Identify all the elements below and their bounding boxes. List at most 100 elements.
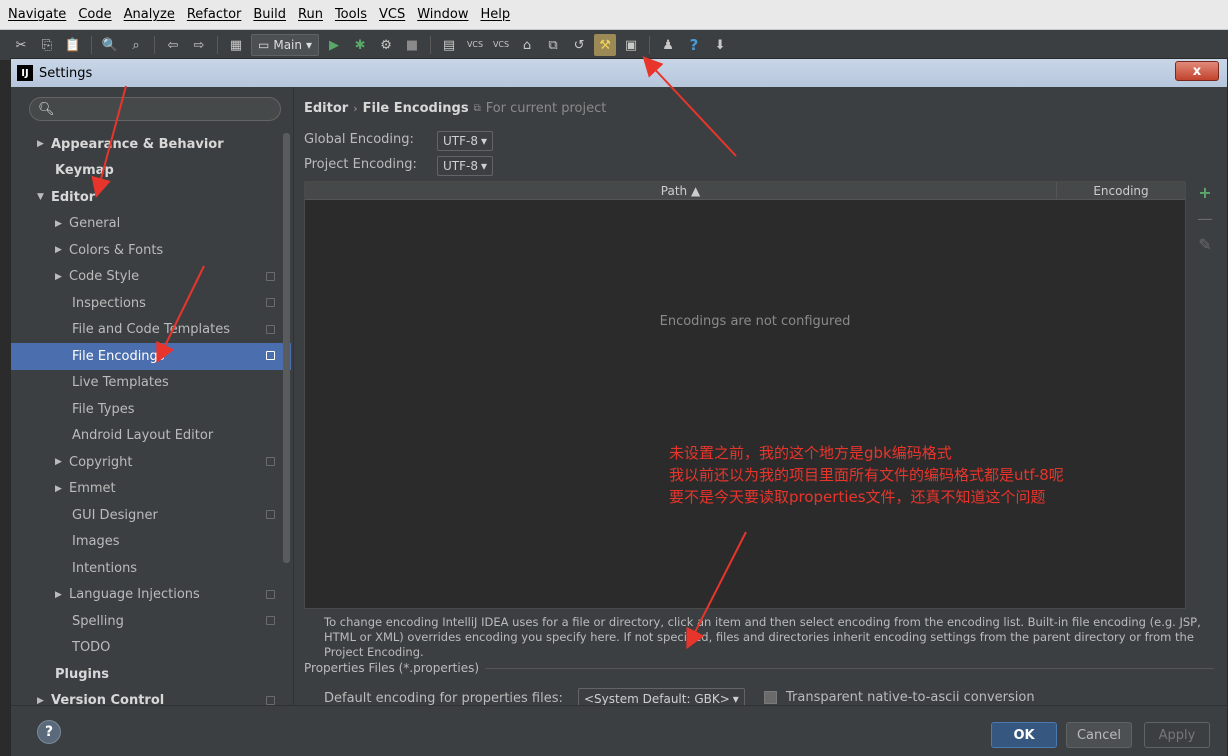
column-header-encoding[interactable]: Encoding: [1057, 182, 1185, 200]
annotation-line: 要不是今天要读取properties文件，还真不知道这个问题: [669, 488, 1046, 506]
sidebar-scrollbar[interactable]: [283, 133, 290, 563]
run-icon[interactable]: ▶: [323, 34, 345, 56]
settings-icon[interactable]: ⚒: [594, 34, 617, 56]
red-annotation: 未设置之前，我的这个地方是gbk编码格式 我以前还以为我的项目里面所有文件的编码…: [669, 442, 1064, 508]
replace-icon[interactable]: ⌕: [125, 34, 147, 56]
menu-code[interactable]: Code: [72, 7, 117, 22]
toolbar-separator: [91, 36, 92, 54]
sidebar-item-inspections[interactable]: Inspections: [11, 290, 291, 317]
menu-tools[interactable]: Tools: [329, 7, 373, 22]
vcs-history-icon[interactable]: ▤: [438, 34, 460, 56]
cut-icon[interactable]: ✂: [10, 34, 32, 56]
collapsed-arrow-icon[interactable]: ▶: [55, 484, 69, 494]
chevron-down-icon: ▾: [480, 159, 488, 173]
native-to-ascii-label[interactable]: Transparent native-to-ascii conversion: [786, 690, 1035, 705]
find-icon[interactable]: 🔍: [99, 34, 121, 56]
help-icon[interactable]: ?: [683, 34, 705, 56]
sidebar-item-label: Live Templates: [72, 375, 169, 391]
sidebar-item-label: Language Injections: [69, 587, 200, 603]
debug-icon[interactable]: ✱: [349, 34, 371, 56]
sidebar-item-label: Copyright: [69, 454, 133, 470]
make-icon[interactable]: ▦: [225, 34, 247, 56]
sidebar-item-copyright[interactable]: ▶ Copyright: [11, 449, 291, 476]
sidebar-item-emmet[interactable]: ▶ Emmet: [11, 476, 291, 503]
collapsed-arrow-icon[interactable]: ▶: [55, 272, 69, 282]
cancel-button[interactable]: Cancel: [1066, 722, 1132, 748]
forward-icon[interactable]: ⇨: [188, 34, 210, 56]
sidebar-item-label: Keymap: [55, 163, 114, 179]
remove-icon[interactable]: —: [1197, 209, 1213, 229]
vcs-commit-icon[interactable]: VCS: [490, 34, 512, 56]
help-button[interactable]: ?: [37, 720, 61, 744]
android-icon[interactable]: ⬇: [709, 34, 731, 56]
project-scope-icon: [266, 298, 275, 307]
menu-build[interactable]: Build: [247, 7, 292, 22]
sidebar-item-plugins[interactable]: Plugins: [11, 661, 291, 688]
menu-refactor[interactable]: Refactor: [181, 7, 248, 22]
sidebar-item-todo[interactable]: TODO: [11, 635, 291, 662]
sidebar-item-label: Appearance & Behavior: [51, 136, 224, 152]
sidebar-item-live-templates[interactable]: Live Templates: [11, 370, 291, 397]
menu-navigate[interactable]: Navigate: [2, 7, 72, 22]
collapsed-arrow-icon[interactable]: ▶: [55, 219, 69, 229]
apply-button[interactable]: Apply: [1144, 722, 1210, 748]
paste-icon[interactable]: 📋: [62, 34, 84, 56]
sidebar-item-appearance-behavior[interactable]: ▶ Appearance & Behavior: [11, 131, 291, 158]
sidebar-item-label: Android Layout Editor: [72, 428, 214, 444]
intellij-icon: IJ: [17, 65, 33, 81]
sdk-icon[interactable]: ♟: [657, 34, 679, 56]
sidebar-item-file-and-code-templates[interactable]: File and Code Templates: [11, 317, 291, 344]
edit-icon[interactable]: ✎: [1198, 235, 1211, 255]
sidebar-item-code-style[interactable]: ▶ Code Style: [11, 264, 291, 291]
menu-vcs[interactable]: VCS: [373, 7, 411, 22]
expanded-arrow-icon[interactable]: ▼: [37, 192, 51, 202]
menu-help[interactable]: Help: [474, 7, 516, 22]
project-encoding-select[interactable]: UTF-8 ▾: [437, 156, 494, 176]
sidebar-item-editor[interactable]: ▼ Editor: [11, 184, 291, 211]
coverage-icon[interactable]: ⚙: [375, 34, 397, 56]
stop-icon[interactable]: ■: [401, 34, 423, 56]
collapsed-arrow-icon[interactable]: ▶: [55, 590, 69, 600]
sidebar-item-gui-designer[interactable]: GUI Designer: [11, 502, 291, 529]
vcs-update-icon[interactable]: VCS: [464, 34, 486, 56]
toolbar-separator: [217, 36, 218, 54]
ok-button[interactable]: OK: [991, 722, 1057, 748]
encoding-help-text: To change encoding IntelliJ IDEA uses fo…: [324, 615, 1201, 659]
global-encoding-select[interactable]: UTF-8 ▾: [437, 131, 494, 151]
annotation-line: 未设置之前，我的这个地方是gbk编码格式: [669, 444, 952, 462]
menu-run[interactable]: Run: [292, 7, 329, 22]
settings-search-input[interactable]: 🔍︎: [29, 97, 281, 121]
vcs-annotate-icon[interactable]: ⧉: [542, 34, 564, 56]
collapsed-arrow-icon[interactable]: ▶: [55, 245, 69, 255]
toolbar-separator: [430, 36, 432, 54]
close-button[interactable]: x: [1175, 61, 1219, 81]
native-to-ascii-checkbox[interactable]: [764, 691, 777, 704]
sidebar-item-label: File Encodings: [72, 348, 165, 364]
sidebar-item-intentions[interactable]: Intentions: [11, 555, 291, 582]
sidebar-item-file-encodings[interactable]: File Encodings: [11, 343, 291, 370]
menu-analyze[interactable]: Analyze: [118, 7, 181, 22]
dialog-titlebar[interactable]: IJ Settings x: [11, 59, 1227, 87]
revert-icon[interactable]: ↺: [568, 34, 590, 56]
run-config-select[interactable]: ▭ Main ▾: [251, 34, 320, 56]
sidebar-item-keymap[interactable]: Keymap: [11, 158, 291, 185]
add-icon[interactable]: +: [1198, 183, 1211, 203]
sidebar-item-android-layout-editor[interactable]: Android Layout Editor: [11, 423, 291, 450]
project-structure-icon[interactable]: ▣: [620, 34, 642, 56]
sidebar-item-images[interactable]: Images: [11, 529, 291, 556]
menu-window[interactable]: Window: [411, 7, 474, 22]
back-icon[interactable]: ⇦: [162, 34, 184, 56]
vcs-compare-icon[interactable]: ⌂: [516, 34, 538, 56]
sidebar-item-file-types[interactable]: File Types: [11, 396, 291, 423]
sidebar-item-spelling[interactable]: Spelling: [11, 608, 291, 635]
project-scope-icon: [266, 324, 275, 334]
sidebar-item-language-injections[interactable]: ▶ Language Injections: [11, 582, 291, 609]
column-header-path[interactable]: Path ▲: [305, 182, 1057, 200]
copy-icon[interactable]: ⎘: [36, 34, 58, 56]
sidebar-item-general[interactable]: ▶ General: [11, 211, 291, 238]
sidebar-item-colors-fonts[interactable]: ▶ Colors & Fonts: [11, 237, 291, 264]
collapsed-arrow-icon[interactable]: ▶: [37, 139, 51, 149]
project-scope-icon: [266, 695, 275, 705]
collapsed-arrow-icon[interactable]: ▶: [55, 457, 69, 467]
encodings-table[interactable]: Path ▲ Encoding Encodings are not config…: [304, 181, 1186, 609]
